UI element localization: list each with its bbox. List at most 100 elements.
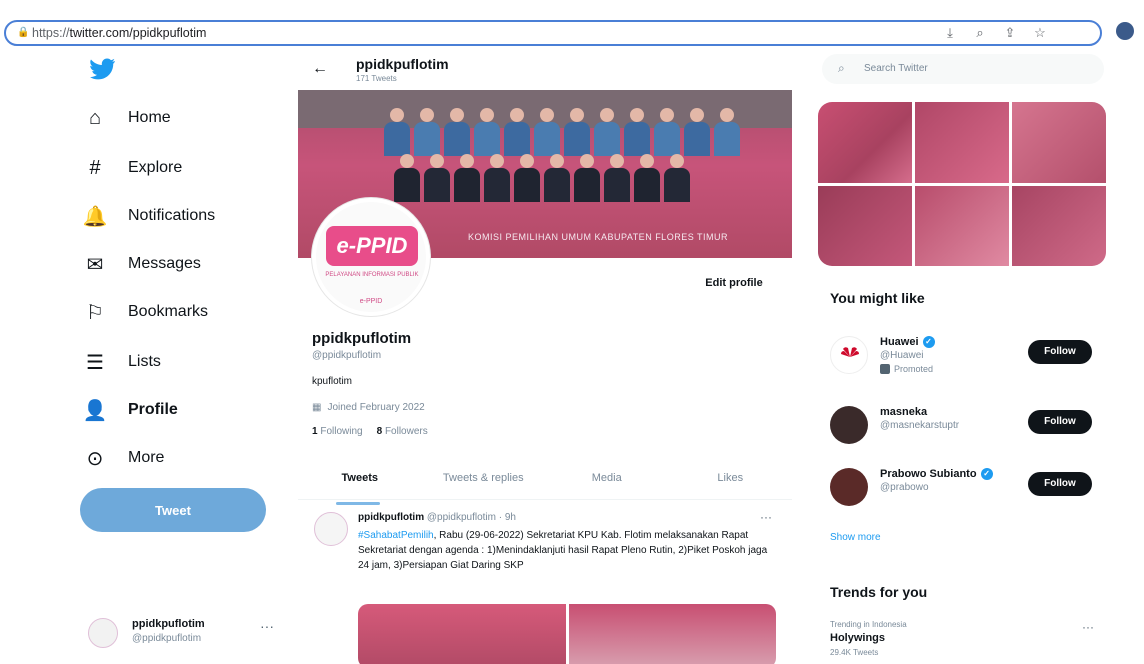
logo-subtitle: PELAYANAN INFORMASI PUBLIK xyxy=(325,272,419,278)
download-icon[interactable]: ⤓ xyxy=(942,25,958,41)
sidebar-item-home[interactable]: ⌂ Home xyxy=(82,98,171,138)
share-icon[interactable]: ⇪ xyxy=(1002,25,1018,41)
media-grid xyxy=(818,102,1106,266)
more-circle-icon: ⊙ xyxy=(86,447,104,470)
back-arrow-icon[interactable]: ← xyxy=(312,60,328,78)
url-text: https://twitter.com/ppidkpuflotim xyxy=(32,26,207,40)
show-more-link[interactable]: Show more xyxy=(830,532,881,543)
verified-badge-icon: ✓ xyxy=(980,468,993,480)
follow-counts: 1 Following 8 Followers xyxy=(312,426,428,437)
avatar xyxy=(88,618,118,648)
zoom-icon[interactable]: ⌕ xyxy=(972,25,988,41)
avatar[interactable] xyxy=(314,512,348,546)
envelope-icon: ✉ xyxy=(86,253,104,276)
tab-tweets-replies[interactable]: Tweets & replies xyxy=(422,464,546,499)
account-name: ppidkpuflotim xyxy=(132,618,205,630)
trend-name[interactable]: Holywings xyxy=(830,632,885,644)
suggestion-item[interactable]: masneka @masnekarstuptr Follow xyxy=(830,402,1096,450)
sidebar-item-notifications[interactable]: 🔔 Notifications xyxy=(82,196,216,236)
tab-media[interactable]: Media xyxy=(545,464,669,499)
profile-handle: @ppidkpuflotim xyxy=(312,350,382,361)
right-sidebar: ⌕ Search Twitter You might like Huawei ✓ … xyxy=(818,46,1108,664)
sidebar-item-messages[interactable]: ✉ Messages xyxy=(82,244,201,284)
sidebar-item-label: More xyxy=(128,449,165,466)
media-thumbnail[interactable] xyxy=(1012,102,1106,183)
home-icon: ⌂ xyxy=(88,106,102,129)
suggestion-name: Huawei ✓ xyxy=(880,336,935,348)
hashtag-icon: # xyxy=(89,156,101,179)
sidebar-item-lists[interactable]: ☰ Lists xyxy=(82,342,161,382)
media-thumbnail[interactable] xyxy=(1012,185,1106,266)
suggestion-item[interactable]: Prabowo Subianto ✓ @prabowo Follow xyxy=(830,464,1096,512)
header-title: ppidkpuflotim xyxy=(356,56,449,72)
follow-button[interactable]: Follow xyxy=(1028,410,1092,434)
promoted-label: Promoted xyxy=(880,364,933,374)
edit-profile-button[interactable]: Edit profile xyxy=(690,270,778,296)
tweet-media[interactable] xyxy=(358,604,776,664)
suggestion-handle: @Huawei xyxy=(880,350,924,361)
suggestion-item[interactable]: Huawei ✓ @Huawei Promoted Follow xyxy=(830,332,1096,380)
following-link[interactable]: 1 Following xyxy=(312,426,363,437)
joined-text: Joined February 2022 xyxy=(327,402,425,413)
more-dots-icon[interactable]: ··· xyxy=(1082,620,1094,634)
suggestion-handle: @prabowo xyxy=(880,482,929,493)
account-switcher[interactable]: ppidkpuflotim @ppidkpuflotim ··· xyxy=(84,610,294,654)
banner-caption: KOMISI PEMILIHAN UMUM KABUPATEN FLORES T… xyxy=(468,232,729,242)
huawei-logo-icon xyxy=(830,336,868,374)
avatar xyxy=(830,468,868,506)
search-input[interactable]: ⌕ Search Twitter xyxy=(822,54,1104,84)
sidebar-item-bookmarks[interactable]: ⚐ Bookmarks xyxy=(82,292,208,332)
suggestion-handle: @masnekarstuptr xyxy=(880,420,960,431)
media-thumbnail[interactable] xyxy=(818,102,912,183)
section-title: Trends for you xyxy=(830,584,928,600)
trend-context: Trending in Indonesia xyxy=(830,620,907,629)
media-thumbnail[interactable] xyxy=(915,185,1009,266)
lock-icon: 🔒 xyxy=(17,27,30,38)
account-handle: @ppidkpuflotim xyxy=(132,633,202,644)
promoted-icon xyxy=(880,364,890,374)
hashtag-link[interactable]: #SahabatPemilih xyxy=(358,530,434,541)
sidebar-item-label: Notifications xyxy=(128,207,216,224)
sidebar-item-more[interactable]: ⊙ More xyxy=(82,438,165,478)
tweet-button[interactable]: Tweet xyxy=(80,488,266,532)
sidebar-item-label: Explore xyxy=(128,159,183,176)
tab-likes[interactable]: Likes xyxy=(669,464,793,499)
more-dots-icon[interactable]: ··· xyxy=(760,510,772,524)
url-input[interactable]: 🔒 https://twitter.com/ppidkpuflotim ⤓ ⌕ … xyxy=(4,20,1102,46)
star-icon[interactable]: ☆ xyxy=(1032,25,1048,41)
profile-name: ppidkpuflotim xyxy=(312,330,412,347)
twitter-bird-icon[interactable] xyxy=(90,58,116,80)
follow-button[interactable]: Follow xyxy=(1028,472,1092,496)
sidebar-item-label: Bookmarks xyxy=(128,303,209,320)
logo-bottom-text: e-PPID xyxy=(359,298,383,305)
media-thumbnail[interactable] xyxy=(915,102,1009,183)
sidebar-item-label: Home xyxy=(128,109,171,126)
browser-address-bar: 🔒 https://twitter.com/ppidkpuflotim ⤓ ⌕ … xyxy=(0,18,1144,46)
extension-icon[interactable] xyxy=(1116,22,1134,40)
media-photo[interactable] xyxy=(358,604,566,664)
more-dots-icon[interactable]: ··· xyxy=(260,618,274,634)
media-photo[interactable] xyxy=(568,604,776,664)
sidebar-item-profile[interactable]: 👤 Profile xyxy=(82,390,178,430)
profile-bio: kpuflotim xyxy=(312,376,353,387)
tweet-item[interactable]: ppidkpuflotim @ppidkpuflotim · 9h ··· #S… xyxy=(298,508,792,664)
profile-tabs: Tweets Tweets & replies Media Likes xyxy=(298,464,793,505)
joined-date: ▦ Joined February 2022 xyxy=(312,402,425,413)
bell-icon: 🔔 xyxy=(82,205,108,228)
section-title: You might like xyxy=(830,290,925,306)
person-icon: 👤 xyxy=(82,399,108,422)
sidebar-item-label: Messages xyxy=(128,255,201,272)
sidebar-item-explore[interactable]: # Explore xyxy=(82,148,182,188)
followers-link[interactable]: 8 Followers xyxy=(377,426,428,437)
tab-tweets[interactable]: Tweets xyxy=(298,464,422,505)
tweet-count: 171 Tweets xyxy=(356,74,397,83)
search-icon: ⌕ xyxy=(838,61,845,75)
list-icon: ☰ xyxy=(86,351,104,374)
eppid-logo: e-PPID xyxy=(326,226,418,266)
calendar-icon: ▦ xyxy=(312,402,322,413)
media-thumbnail[interactable] xyxy=(818,185,912,266)
profile-avatar[interactable]: e-PPID PELAYANAN INFORMASI PUBLIK e-PPID xyxy=(312,198,430,316)
follow-button[interactable]: Follow xyxy=(1028,340,1092,364)
profile-column: ← ppidkpuflotim 171 Tweets KOMISI PEMILI… xyxy=(298,46,792,664)
trend-count: 29.4K Tweets xyxy=(830,648,879,657)
